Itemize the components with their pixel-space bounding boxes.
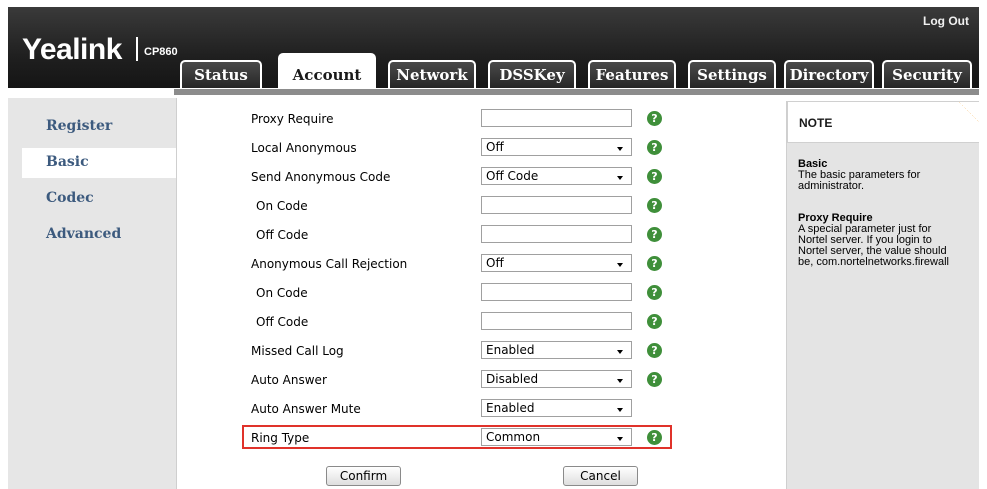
auto-answer-select[interactable]: Disabled: [481, 370, 632, 388]
header-bar: Yealink CP860 Log Out Status Account Net…: [8, 7, 983, 95]
anonymous-call-rejection-select[interactable]: Off: [481, 254, 632, 272]
rejection-off-code-input[interactable]: [481, 312, 632, 330]
rejection-off-code-label: Off Code: [256, 315, 309, 329]
missed-call-log-select[interactable]: Enabled: [481, 341, 632, 359]
web-ui: Yealink CP860 Log Out Status Account Net…: [0, 0, 987, 489]
on-code-input[interactable]: [481, 196, 632, 214]
tab-security[interactable]: Security: [882, 60, 972, 88]
help-icon[interactable]: ?: [647, 314, 662, 329]
ring-type-label: Ring Type: [251, 431, 310, 445]
local-anonymous-label: Local Anonymous: [251, 141, 357, 155]
yealink-logo: Yealink: [22, 33, 122, 66]
note-corner-fold: [959, 102, 979, 122]
ring-type-select[interactable]: Common: [481, 428, 632, 446]
sidebar-item-basic[interactable]: Basic: [46, 154, 89, 170]
local-anonymous-select[interactable]: Off: [481, 138, 632, 156]
note-basic-line: administrator.: [798, 180, 865, 192]
tab-settings[interactable]: Settings: [688, 60, 776, 88]
sidebar-item-advanced[interactable]: Advanced: [46, 226, 121, 242]
note-title: NOTE: [799, 116, 833, 130]
send-anonymous-code-select[interactable]: Off Code: [481, 167, 632, 185]
tab-network[interactable]: Network: [388, 60, 476, 88]
on-code-label: On Code: [256, 199, 308, 213]
rejection-on-code-input[interactable]: [481, 283, 632, 301]
proxy-require-label: Proxy Require: [251, 112, 334, 126]
anonymous-call-rejection-label: Anonymous Call Rejection: [251, 257, 408, 271]
help-icon[interactable]: ?: [647, 198, 662, 213]
help-icon[interactable]: ?: [647, 111, 662, 126]
help-icon[interactable]: ?: [647, 169, 662, 184]
auto-answer-mute-select[interactable]: Enabled: [481, 399, 632, 417]
off-code-input[interactable]: [481, 225, 632, 243]
rejection-on-code-label: On Code: [256, 286, 308, 300]
help-icon[interactable]: ?: [647, 372, 662, 387]
right-margin: [979, 0, 987, 489]
note-panel: NOTE Basic The basic parameters for admi…: [786, 101, 980, 489]
proxy-require-input[interactable]: [481, 109, 632, 127]
tab-underline: [174, 89, 983, 95]
off-code-label: Off Code: [256, 228, 309, 242]
sidebar-item-codec[interactable]: Codec: [46, 190, 94, 206]
tab-features[interactable]: Features: [588, 60, 676, 88]
sidebar-item-register[interactable]: Register: [46, 118, 112, 134]
help-icon[interactable]: ?: [647, 285, 662, 300]
help-icon[interactable]: ?: [647, 227, 662, 242]
note-proxy-line: be, com.nortelnetworks.firewall: [798, 256, 950, 268]
help-icon[interactable]: ?: [647, 256, 662, 271]
send-anonymous-code-label: Send Anonymous Code: [251, 170, 391, 184]
missed-call-log-label: Missed Call Log: [251, 344, 344, 358]
auto-answer-label: Auto Answer: [251, 373, 327, 387]
note-header: NOTE: [787, 101, 980, 143]
logo-divider: [136, 37, 138, 61]
help-icon[interactable]: ?: [647, 343, 662, 358]
tab-directory[interactable]: Directory: [784, 60, 874, 88]
help-icon[interactable]: ?: [647, 140, 662, 155]
cancel-button[interactable]: Cancel: [563, 466, 638, 486]
tab-dsskey[interactable]: DSSKey: [488, 60, 576, 88]
help-icon[interactable]: ?: [647, 430, 662, 445]
logout-link[interactable]: Log Out: [923, 14, 969, 28]
confirm-button[interactable]: Confirm: [326, 466, 401, 486]
tab-status[interactable]: Status: [180, 60, 262, 88]
model-label: CP860: [144, 46, 178, 58]
auto-answer-mute-label: Auto Answer Mute: [251, 402, 361, 416]
